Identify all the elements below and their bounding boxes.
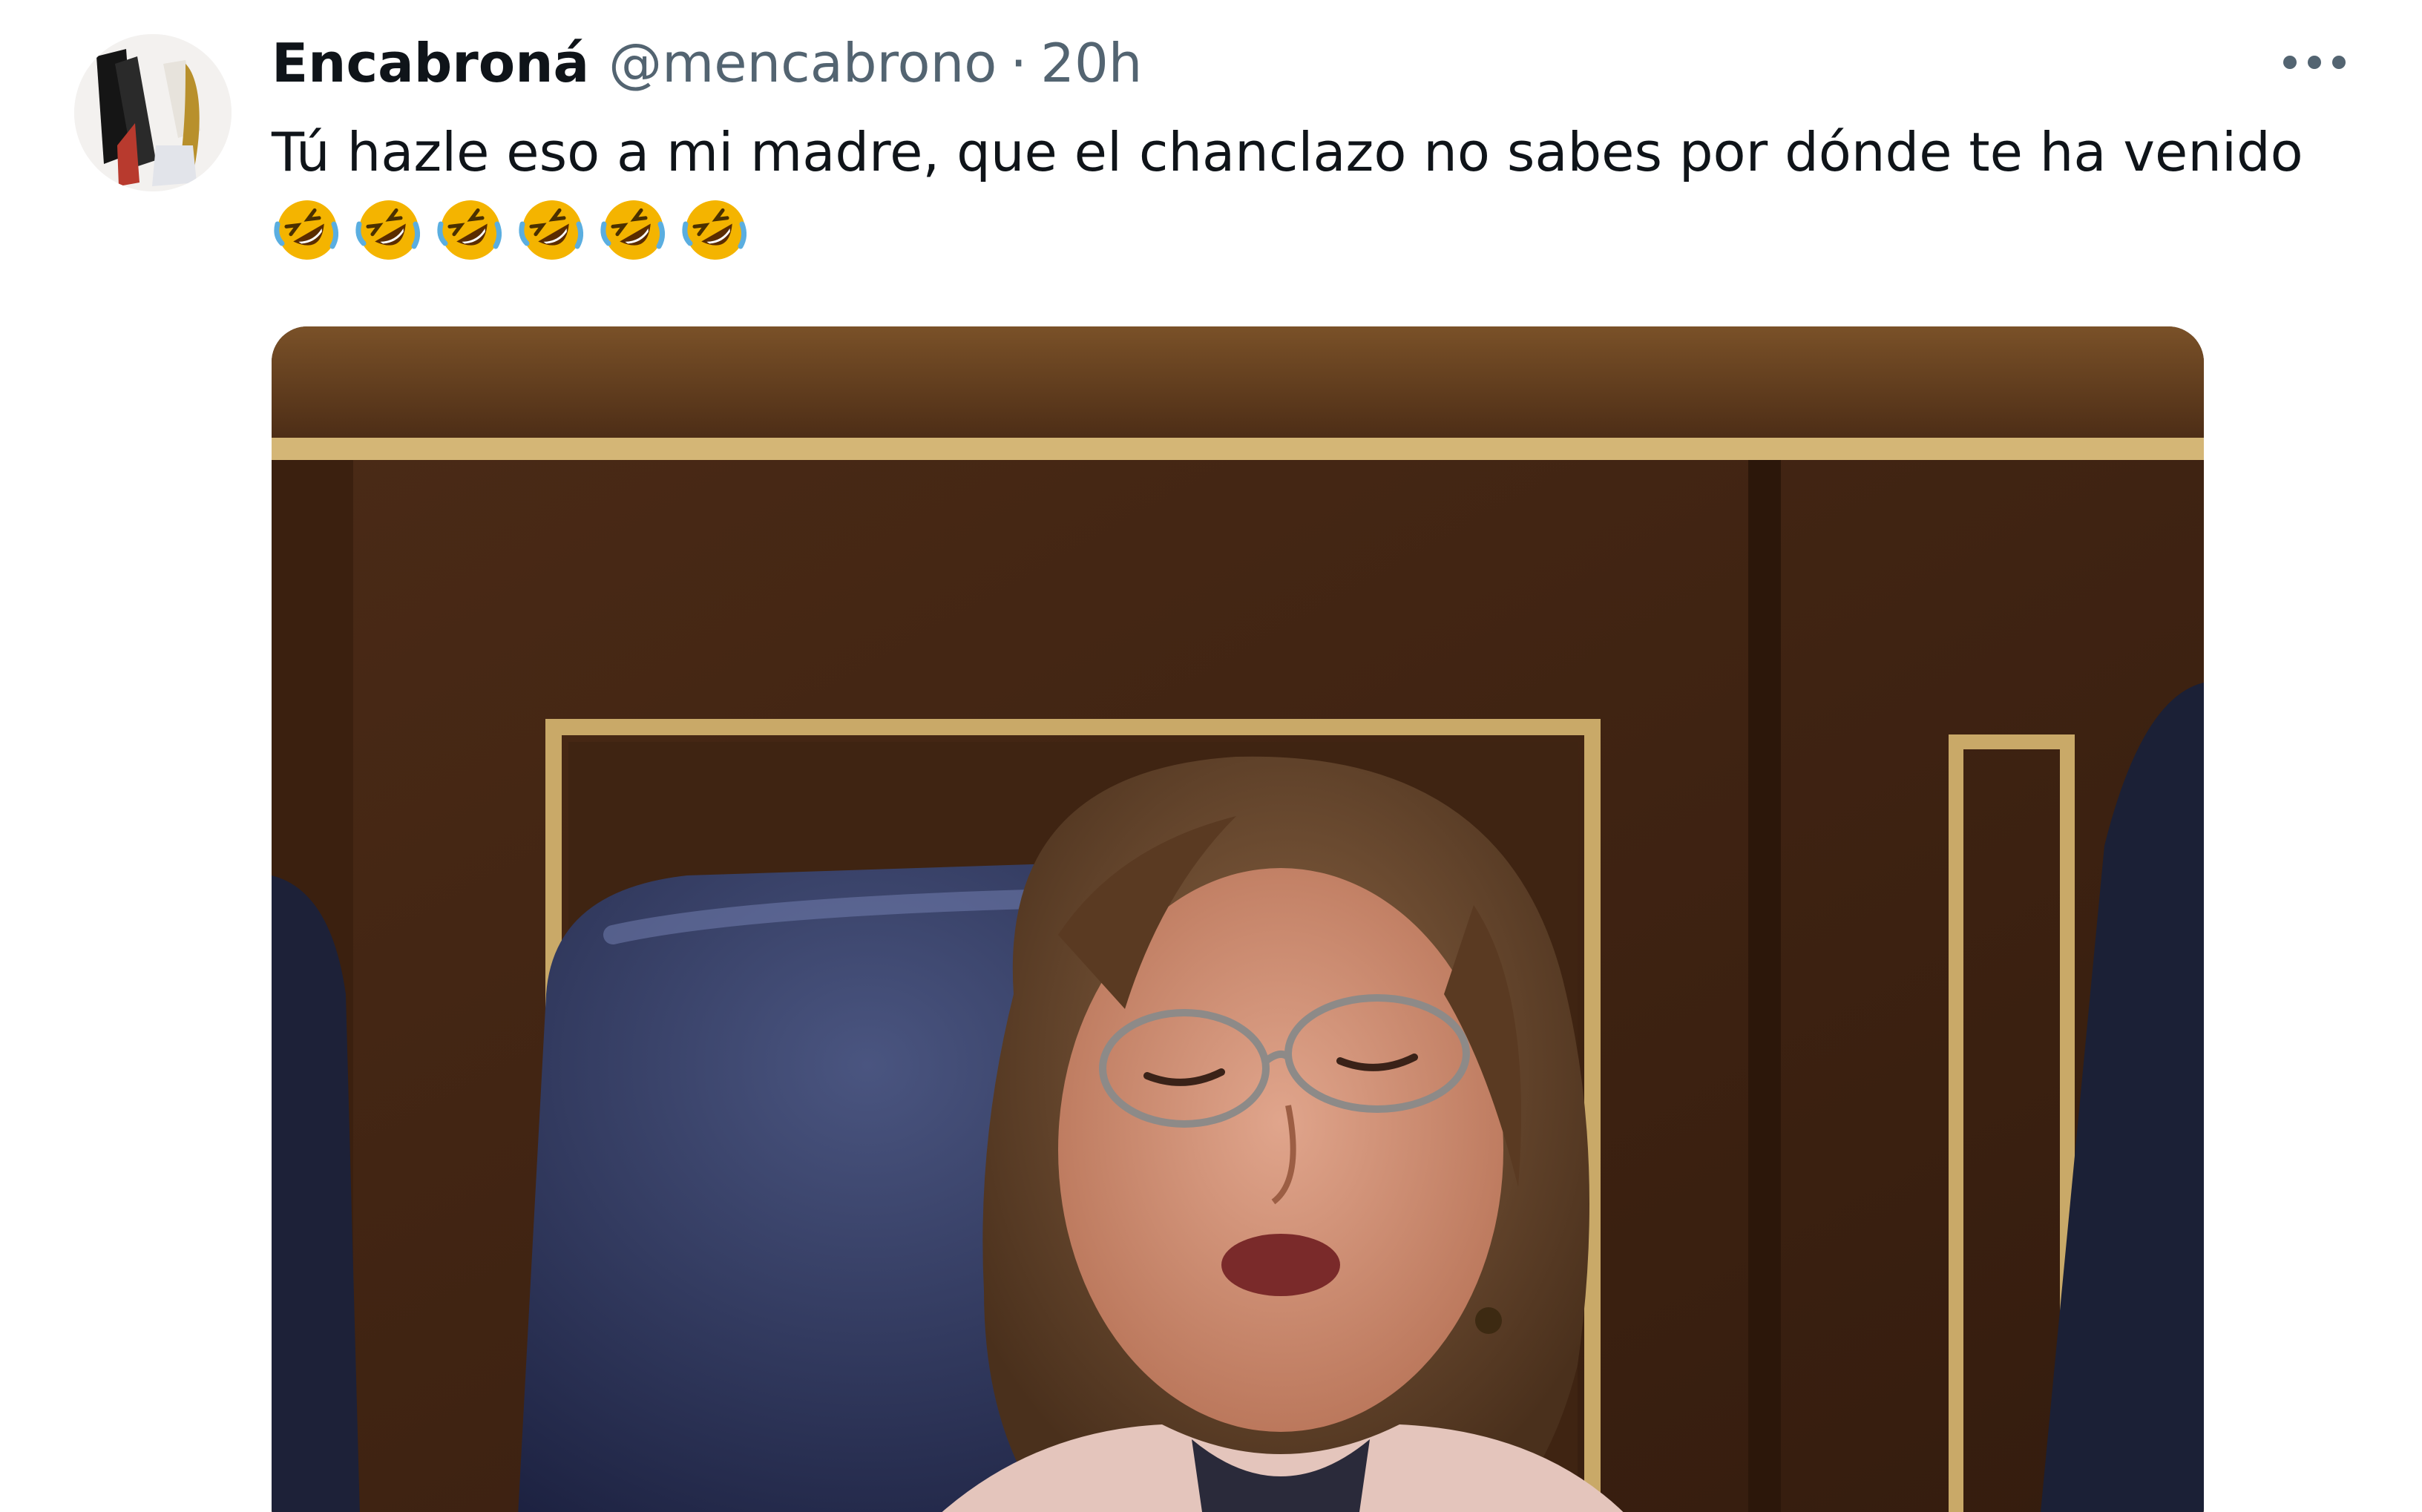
tweet-card[interactable]: Encabroná @mencabrono · 20h Tú hazle eso… bbox=[0, 0, 2422, 1512]
video-frame-image bbox=[272, 326, 2204, 1512]
rolling-on-floor-laughing-icon bbox=[682, 200, 747, 260]
avatar-image bbox=[74, 34, 232, 191]
tweet-header: Encabroná @mencabrono · 20h bbox=[272, 30, 1142, 96]
author-handle[interactable]: @mencabrono bbox=[608, 32, 997, 94]
tweet-media-video[interactable] bbox=[272, 326, 2204, 1512]
rolling-on-floor-laughing-icon bbox=[600, 200, 666, 260]
tweet-text: Tú hazle eso a mi madre, que el chanclaz… bbox=[272, 121, 2303, 183]
rolling-on-floor-laughing-icon bbox=[437, 200, 502, 260]
more-options-button[interactable] bbox=[2281, 33, 2348, 92]
rolling-on-floor-laughing-icon bbox=[274, 200, 339, 260]
more-horizontal-icon bbox=[2283, 56, 2346, 69]
separator-dot: · bbox=[1010, 32, 1028, 94]
tweet-timestamp[interactable]: 20h bbox=[1040, 32, 1142, 94]
emoji-row: 🤣🤣🤣🤣🤣🤣 bbox=[272, 194, 751, 276]
rolling-on-floor-laughing-icon bbox=[355, 200, 421, 260]
author-display-name[interactable]: Encabroná bbox=[272, 32, 589, 94]
avatar[interactable] bbox=[74, 34, 232, 191]
rolling-on-floor-laughing-icon bbox=[519, 200, 584, 260]
